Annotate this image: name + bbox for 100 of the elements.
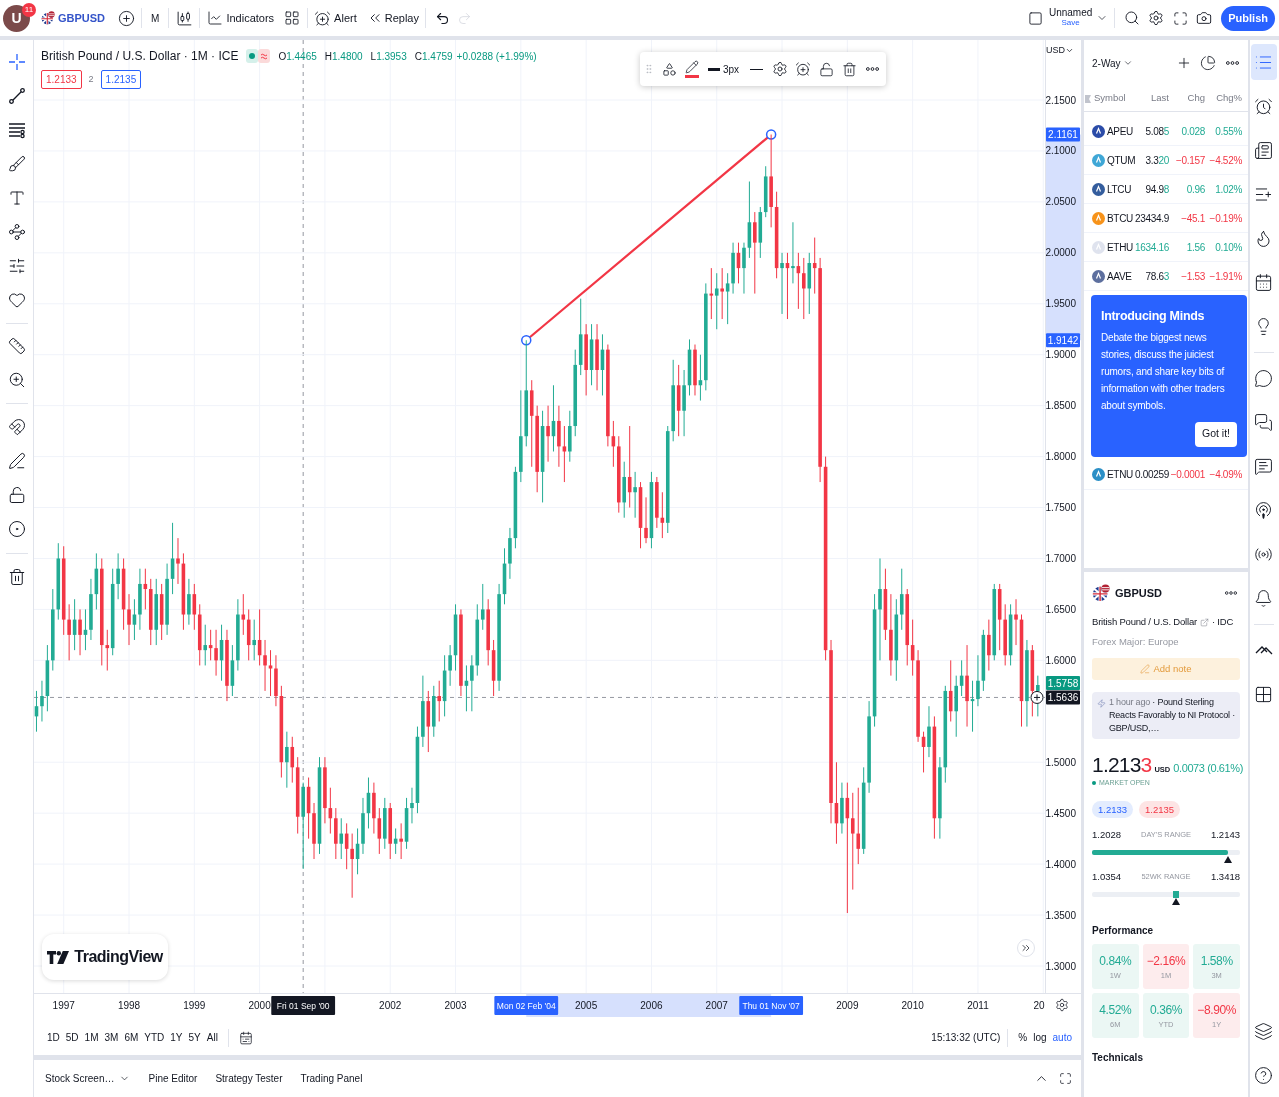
ask-price: 1.2135 [1139,801,1181,818]
brush-icon [7,155,26,173]
price-axis-label: 1.6000 [1045,654,1076,666]
layout-name-button[interactable]: Unnamed Save [1048,8,1093,28]
candlestick [725,272,730,325]
candlestick [850,792,855,891]
time-axis-label: 2006 [640,1000,663,1011]
trash-icon [7,568,26,586]
column-header[interactable]: Chg% [1205,91,1242,106]
currency-button[interactable]: USD [1046,44,1074,58]
candlestick [176,537,180,585]
timeframe-button[interactable]: 3M [101,1026,122,1049]
change-percent: 1.02% [1214,182,1242,197]
brand-name: TradingView [74,947,163,967]
timeframe-button[interactable]: 6M [121,1026,142,1049]
indicators-button[interactable]: Indicators [206,6,276,30]
replay-button[interactable]: Replay [366,6,419,30]
interval-button[interactable]: M [148,6,163,30]
scale-option-button[interactable]: % [1015,1026,1031,1049]
change-value: 0.0073 (0.61%) [1173,761,1243,776]
trash-icon [841,61,857,77]
publish-button[interactable]: Publish [1221,5,1275,31]
timeframe-button[interactable]: 1Y [167,1026,186,1049]
timeframe-button[interactable]: 1M [81,1026,102,1049]
axis-settings-button[interactable] [1054,997,1070,1013]
news-card[interactable]: 1 hour ago · Pound Sterling Reacts Favorably to NI Protocol · GBP/USD,… [1092,692,1240,739]
change-value: −0.0001 [1169,468,1205,483]
panel-tab[interactable]: Pine Editor [145,1066,201,1091]
performance-value: 1.58% [1200,952,1233,970]
column-header[interactable]: Chg [1169,91,1205,106]
timeframe-button[interactable]: 1D [44,1026,63,1049]
candlestick [203,624,208,666]
scale-option-button[interactable]: auto [1049,1026,1075,1049]
alarm-clock-icon [794,61,811,77]
plus-icon [1176,55,1192,71]
fullscreen-icon [1172,10,1188,26]
symbol-description: British Pound / U.S. Dollar [1092,614,1197,629]
price-axis-label: 1.8000 [1045,451,1076,463]
add-crosshair-icon[interactable] [1030,690,1044,704]
symbol-name: GBPUSD [1115,585,1163,601]
candlestick [976,654,980,707]
column-header[interactable]: Last [1132,91,1169,106]
panel-tab[interactable]: Stock Screen… [42,1066,134,1091]
panel-tab[interactable]: Strategy Tester [212,1066,286,1091]
podcast-icon [1254,500,1273,520]
candlestick [633,471,637,519]
watchlist-selector[interactable]: 2-Way [1092,55,1133,71]
add-circle-icon [117,9,135,27]
horizontal-lines-icon [7,121,26,139]
line-icon [750,68,764,70]
watchlist-row[interactable]: BTCU 23434.9 −45.1 −0.19% [1084,204,1248,233]
section-title: Performance [1092,924,1155,938]
watchlist-row[interactable]: AAVE 78.63 −1.53 −1.91% [1084,262,1248,291]
watchlist-row[interactable]: APEU 5.085 0.028 0.55% [1084,117,1248,146]
price-axis-label: 1.6500 [1045,603,1076,615]
more-icon [1225,61,1239,65]
magnet-icon [7,418,26,436]
candlestick [410,787,414,824]
symbol-search-button[interactable]: GBPUSD [39,5,108,31]
line-width-button[interactable]: 3px [706,56,740,82]
change-value: 0.96 [1185,182,1205,197]
trend-line-handle[interactable] [765,129,777,140]
time-axis-label: 2002 [379,1000,402,1011]
alert-button[interactable]: Alert [314,6,357,30]
compare-button[interactable] [117,9,136,27]
column-header[interactable]: Symbol [1094,91,1132,106]
scroll-right-button[interactable] [1017,939,1035,957]
candlestick [1014,598,1018,646]
scale-option-button[interactable]: log [1030,1026,1050,1049]
timeframe-button[interactable]: All [203,1026,221,1049]
symbol-name: AAVE [1107,269,1132,284]
watchlist-row[interactable]: ETHU 1634.16 1.56 0.10% [1084,233,1248,262]
price-axis-label: 1.7000 [1045,553,1076,564]
panel-tab[interactable]: Trading Panel [297,1066,366,1091]
watchlist-row[interactable]: QTUM 3.320 −0.157 −4.52% [1084,146,1248,175]
range-low: 1.0354 [1092,869,1122,884]
more-icon [1225,591,1237,595]
watchlist-row[interactable]: LTCU 94.98 0.96 1.02% [1084,175,1248,204]
timeframe-button[interactable]: 5Y [185,1026,204,1049]
time-axis-label: 2000 [248,1000,271,1011]
candlestick [856,787,861,865]
watchlist-row[interactable]: ETNU 0.00259 −0.0001 −4.09% [1084,460,1248,490]
alarm-clock-icon [314,9,332,27]
timeframe-button[interactable]: 5D [62,1026,82,1049]
ohlc-value: L1.3953 [370,49,407,64]
color-swatch-icon [685,75,700,78]
symbol-name: LTCU [1107,182,1132,197]
exchange-name: · IDC [1211,614,1234,629]
got-it-button[interactable]: Got it! [1195,421,1237,447]
candlestick [899,568,904,631]
symbol-category: Forex Major: Europe [1092,635,1180,649]
grid-icon [284,10,301,26]
buy-price-button[interactable]: 1.2135 [100,70,142,89]
trend-line-handle[interactable] [521,335,532,346]
time-axis-label: 1997 [52,1000,75,1011]
price-axis-label: 2.1500 [1045,94,1076,106]
timeframe-button[interactable]: YTD [141,1026,168,1049]
zigzag-icon [1254,645,1273,655]
more-icon [865,67,879,71]
sell-price-button[interactable]: 1.2133 [41,70,82,89]
